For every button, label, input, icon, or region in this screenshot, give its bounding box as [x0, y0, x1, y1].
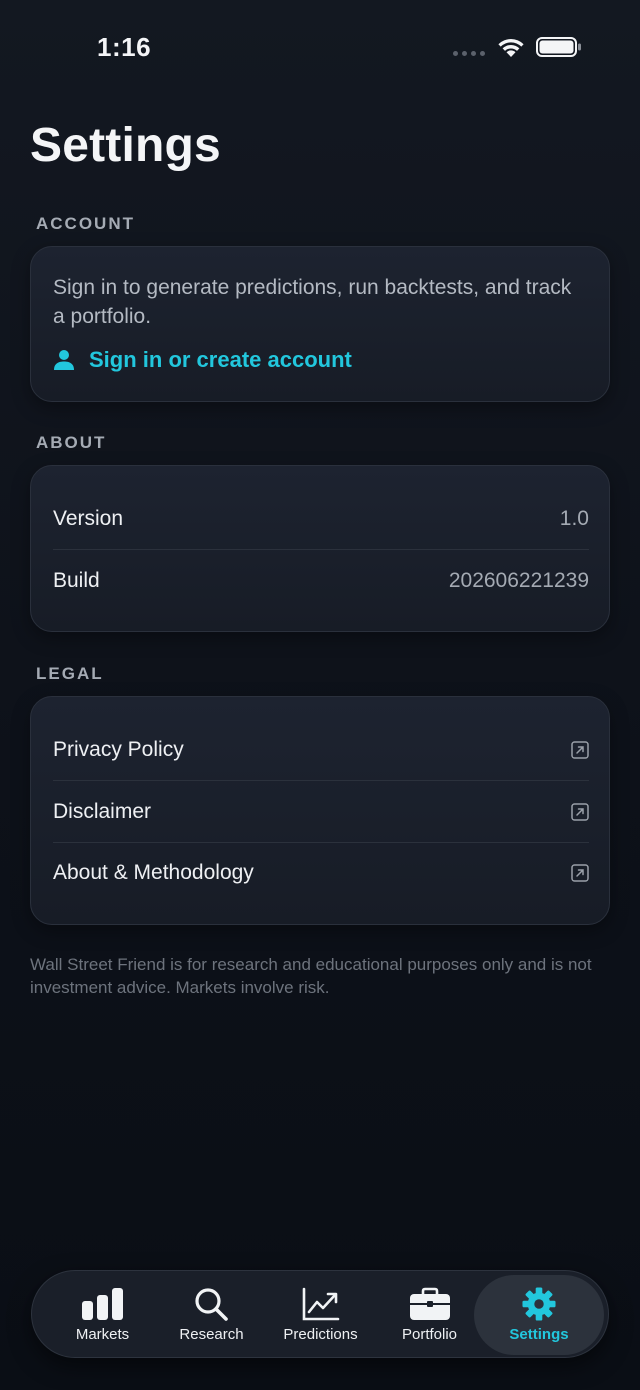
tab-portfolio[interactable]: Portfolio — [375, 1275, 484, 1355]
tab-label: Predictions — [283, 1326, 358, 1343]
settings-screen: 1:16 Settings ACCOUNT Sign in to generat… — [0, 0, 640, 1390]
disclaimer-label: Disclaimer — [53, 800, 152, 823]
build-row: Build 202606221239 — [53, 550, 589, 612]
battery-icon — [536, 37, 581, 57]
trend-chart-icon — [302, 1287, 339, 1321]
about-methodology-label: About & Methodology — [53, 861, 254, 884]
status-time: 1:16 — [97, 32, 152, 62]
tab-settings[interactable]: Settings — [474, 1275, 604, 1355]
wifi-icon — [498, 39, 524, 57]
version-value: 1.0 — [559, 507, 589, 530]
tab-label: Settings — [509, 1326, 569, 1343]
disclaimer-link[interactable]: Disclaimer — [53, 781, 589, 843]
tab-predictions[interactable]: Predictions — [266, 1275, 375, 1355]
version-label: Version — [53, 507, 124, 530]
tab-label: Markets — [75, 1326, 130, 1343]
privacy-policy-link[interactable]: Privacy Policy — [53, 719, 589, 781]
sign-in-label: Sign in or create account — [89, 347, 352, 372]
status-bar: 1:16 — [0, 0, 640, 90]
section-header-legal: LEGAL — [36, 664, 104, 683]
search-icon — [194, 1288, 228, 1321]
cellular-signal-icon — [453, 51, 485, 56]
disclaimer-footer-note: Wall Street Friend is for research and e… — [30, 955, 592, 997]
build-label: Build — [53, 569, 100, 592]
account-card: Sign in to generate predictions, run bac… — [30, 246, 610, 402]
gear-icon — [522, 1287, 556, 1321]
section-header-account: ACCOUNT — [36, 214, 135, 233]
version-row: Version 1.0 — [53, 488, 589, 550]
build-value: 202606221239 — [448, 569, 589, 592]
sign-in-button[interactable]: Sign in or create account — [53, 347, 352, 373]
about-methodology-link[interactable]: About & Methodology — [53, 842, 589, 904]
briefcase-icon — [409, 1287, 450, 1320]
tab-label: Research — [179, 1326, 244, 1343]
section-header-about: ABOUT — [36, 433, 107, 452]
external-link-icon — [571, 803, 589, 821]
page-title: Settings — [30, 119, 221, 172]
external-link-icon — [571, 864, 589, 882]
tab-research[interactable]: Research — [157, 1275, 266, 1355]
tab-markets[interactable]: Markets — [48, 1275, 157, 1355]
tab-bar: Markets Research Predictions Portfolio S… — [31, 1270, 609, 1358]
bar-chart-icon — [81, 1288, 123, 1320]
about-card: Version 1.0 Build 202606221239 — [30, 465, 610, 632]
privacy-policy-label: Privacy Policy — [53, 738, 184, 761]
legal-card: Privacy Policy Disclaimer About & Method… — [30, 696, 610, 925]
tab-label: Portfolio — [401, 1326, 458, 1343]
external-link-icon — [571, 741, 589, 759]
account-description: Sign in to generate predictions, run bac… — [53, 276, 572, 328]
person-icon — [54, 350, 74, 370]
